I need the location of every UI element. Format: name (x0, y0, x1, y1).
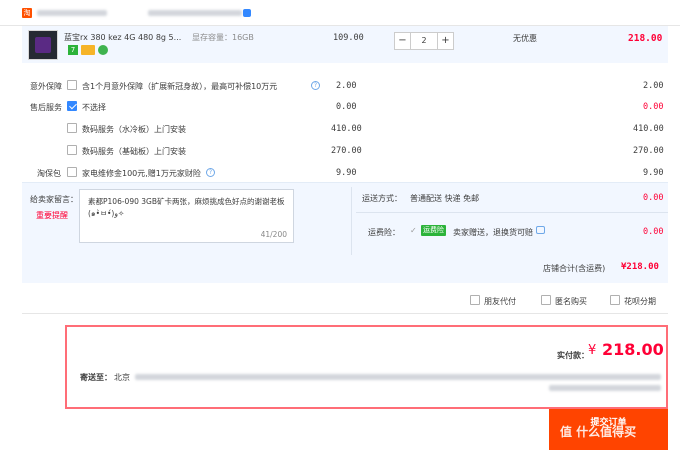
anonymous-checkbox[interactable] (541, 295, 551, 305)
after-none-option[interactable]: 不选择 (82, 102, 106, 113)
accident-option[interactable]: 含1个月意外保障（扩展新冠身故），最高可补偿10万元 (82, 81, 277, 92)
quantity-stepper: − 2 + (394, 32, 456, 50)
after-opt2-price: 270.00 (331, 146, 362, 156)
after-sale-label: 售后服务 (30, 103, 62, 112)
tbb-help-icon[interactable]: ? (206, 168, 215, 177)
shipping-label: 运送方式： (362, 194, 402, 203)
ship-to-city: 北京 (114, 373, 130, 382)
message-label: 给卖家留言： (30, 195, 78, 204)
item-subtotal: 218.00 (628, 33, 663, 44)
unit-price: 109.00 (333, 33, 364, 43)
after-opt1-total: 410.00 (633, 124, 664, 134)
qty-input[interactable]: 2 (411, 32, 437, 50)
card-payment-icon (81, 45, 95, 55)
options-divider (22, 313, 668, 314)
huabei-label[interactable]: 花呗分期 (624, 296, 656, 307)
message-textarea[interactable]: 素都P106-090 3GB矿卡两张，麻烦挑成色好点的谢谢老板(๑•̀ㅂ•́)و… (79, 189, 294, 243)
paid-label: 实付款： (557, 351, 589, 360)
discount-text: 无优惠 (513, 34, 537, 43)
accident-total: 2.00 (643, 81, 664, 91)
shop-header: 淘 (0, 0, 680, 26)
paid-amount: 218.00 (602, 340, 664, 359)
product-thumbnail[interactable] (28, 30, 58, 60)
after-opt1-price: 410.00 (331, 124, 362, 134)
after-opt1-checkbox[interactable] (67, 123, 77, 133)
qty-decrease-button[interactable]: − (394, 32, 411, 50)
insurance-check-icon: ✓ (410, 226, 417, 235)
important-reminder-link[interactable]: 重要提醒 (36, 210, 68, 221)
huabei-checkbox[interactable] (610, 295, 620, 305)
recipient-blurred (549, 385, 661, 391)
order-summary-box: 实付款： ¥ 218.00 寄送至： 北京 (65, 325, 668, 409)
after-opt1-option[interactable]: 数码服务（水冷板）上门安装 (82, 124, 186, 135)
divider-horizontal (356, 212, 668, 213)
shipping-method[interactable]: 普通配送 快递 免邮 (410, 193, 479, 204)
message-text: 素都P106-090 3GB矿卡两张，麻烦挑成色好点的谢谢老板(๑•̀ㅂ•́)و… (88, 197, 285, 218)
insurance-badge: 运费险 (421, 225, 446, 236)
shipping-insurance-label: 运费险： (368, 228, 400, 237)
shipping-price: 0.00 (643, 193, 664, 203)
tbb-option[interactable]: 家电维修金100元,赠1万元家财险 (82, 168, 201, 179)
store-total-label: 店铺合计(含运费) (543, 264, 606, 273)
after-opt2-option[interactable]: 数码服务（基础板）上门安装 (82, 146, 186, 157)
shop-name-blurred[interactable] (37, 10, 107, 16)
accident-price: 2.00 (336, 81, 357, 91)
ship-to-label: 寄送至： (80, 373, 112, 382)
friend-pay-checkbox[interactable] (470, 295, 480, 305)
after-none-checkbox[interactable] (67, 101, 77, 111)
message-counter: 41/200 (260, 230, 287, 239)
tbb-label: 淘保包 (37, 169, 61, 178)
watermark-text: 值 什么值得买 (560, 425, 637, 439)
tbb-checkbox[interactable] (67, 167, 77, 177)
tag-7-day: 7 (68, 45, 78, 55)
seller-name-blurred[interactable] (148, 10, 242, 16)
after-opt2-checkbox[interactable] (67, 145, 77, 155)
item-spec: 显存容量：16GB (192, 33, 254, 42)
insurance-chat-icon[interactable] (536, 226, 545, 234)
currency-symbol: ¥ (588, 343, 597, 358)
shop-badge: 淘 (22, 8, 32, 18)
chat-icon[interactable] (243, 9, 251, 17)
after-opt2-total: 270.00 (633, 146, 664, 156)
qty-increase-button[interactable]: + (437, 32, 454, 50)
tbb-price: 9.90 (336, 168, 357, 178)
insurance-desc: 卖家赠送，退换货可赔 (453, 228, 533, 237)
accident-help-icon[interactable]: ? (311, 81, 320, 90)
tbb-total: 9.90 (643, 168, 664, 178)
huabei-icon (98, 45, 108, 55)
friend-pay-label[interactable]: 朋友代付 (484, 296, 516, 307)
store-total-value: ¥218.00 (621, 262, 659, 272)
anonymous-label[interactable]: 匿名购买 (555, 296, 587, 307)
accident-label: 意外保障 (30, 82, 62, 91)
after-none-total: 0.00 (643, 102, 664, 112)
divider-vertical (351, 187, 352, 255)
insurance-price: 0.00 (643, 227, 664, 237)
item-title[interactable]: 蓝宝rx 380 kez 4G 480 8g 5... (64, 32, 181, 43)
accident-checkbox[interactable] (67, 80, 77, 90)
after-none-price: 0.00 (336, 102, 357, 112)
address-blurred (135, 374, 661, 380)
